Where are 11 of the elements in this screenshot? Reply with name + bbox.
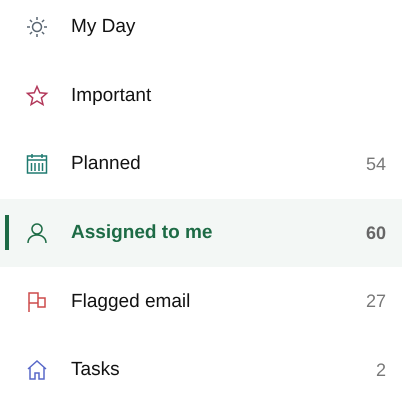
list-item[interactable]: Important — [0, 62, 402, 130]
item-count: 54 — [366, 154, 386, 175]
selection-indicator — [5, 214, 9, 250]
list-item[interactable]: My Day — [0, 0, 402, 62]
item-count: 2 — [376, 360, 386, 381]
list-item[interactable]: Flagged email 27 — [0, 267, 402, 336]
list-item[interactable]: Assigned to me 60 — [0, 198, 402, 268]
item-count: 60 — [366, 222, 386, 244]
list-item[interactable]: Tasks 2 — [0, 336, 402, 405]
item-count: 27 — [366, 291, 386, 312]
list-item[interactable]: Planned 54 — [0, 130, 402, 199]
